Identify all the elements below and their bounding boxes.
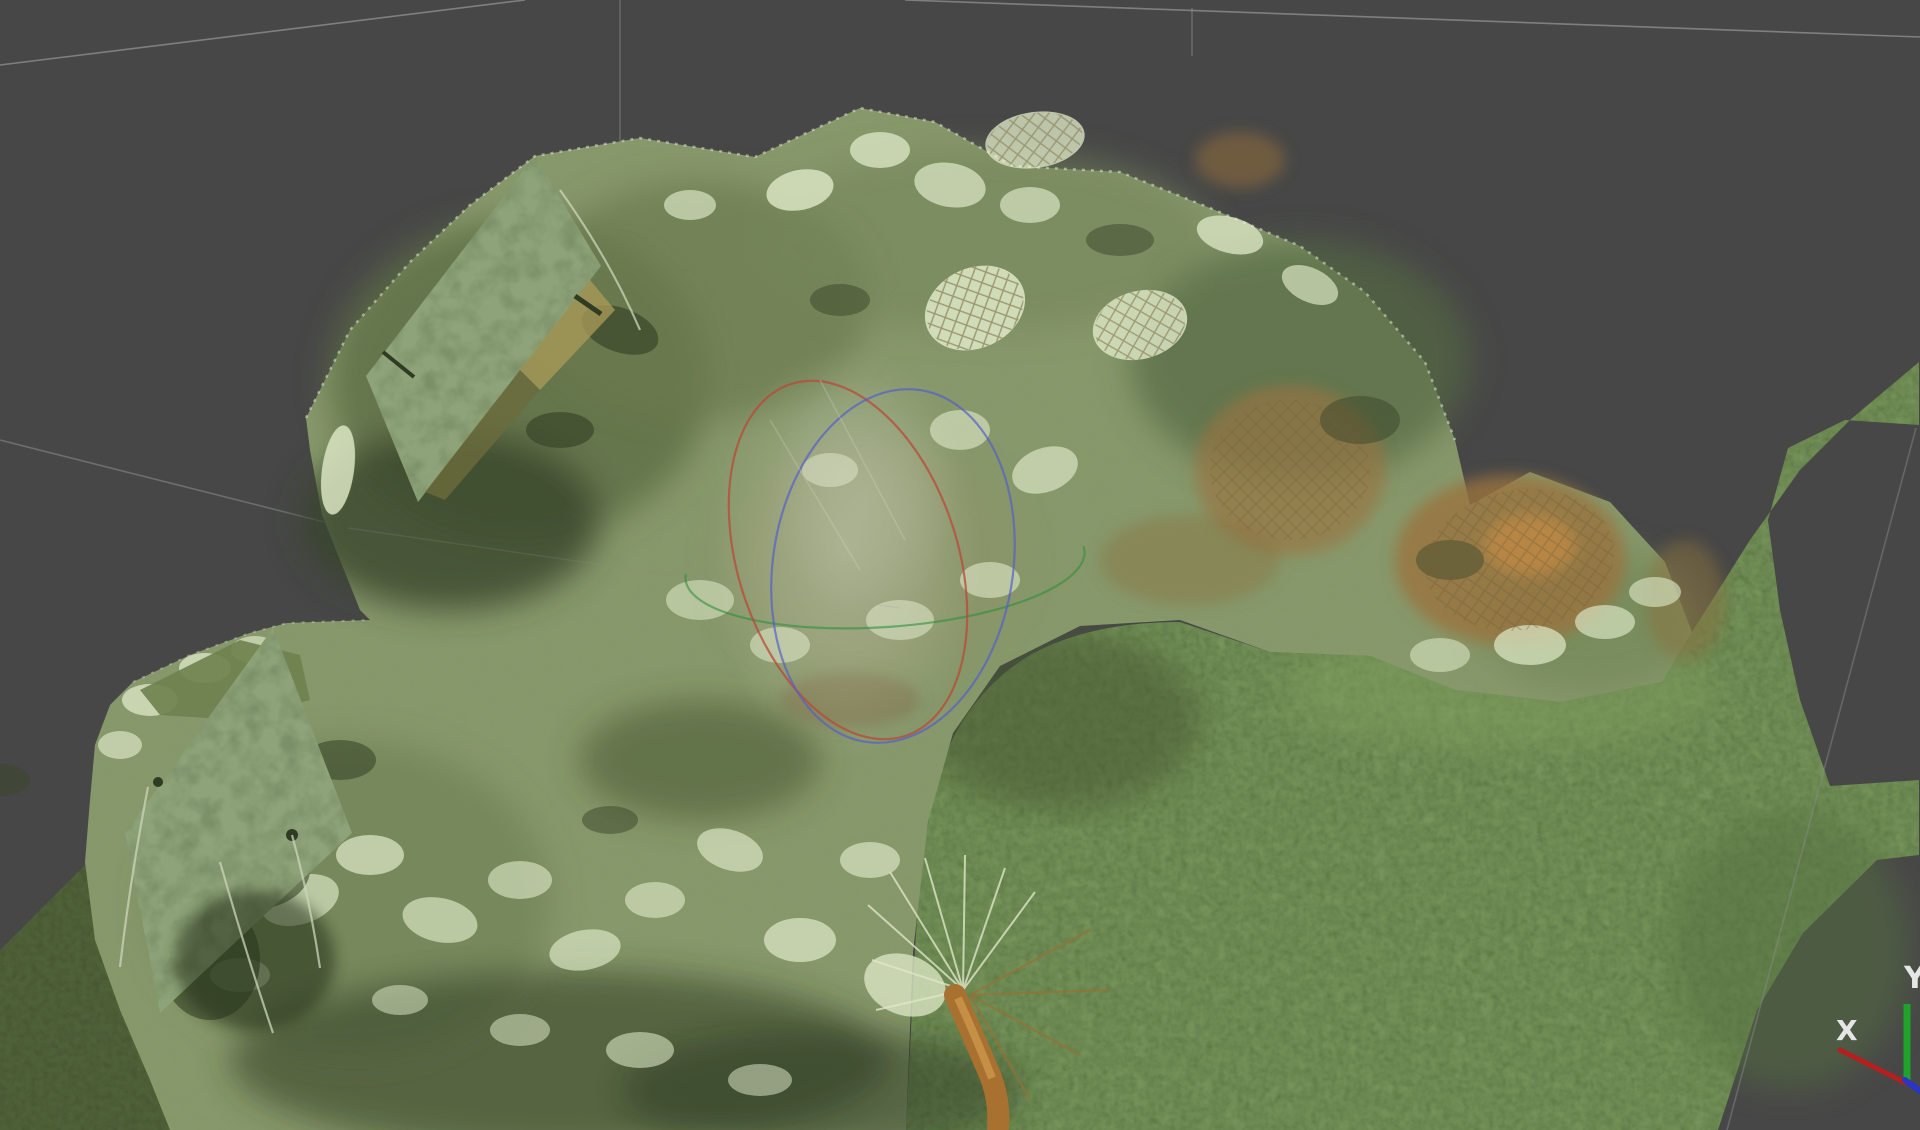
trackball-haze-core <box>770 380 960 620</box>
viewport-3d[interactable]: X Y <box>0 0 1920 1130</box>
axis-x-label: X <box>1836 1014 1858 1047</box>
ground-far-shade <box>1670 810 1910 1090</box>
plate-b-hole <box>153 777 163 787</box>
axis-y-label: Y <box>1903 961 1920 996</box>
mesh-canvas[interactable]: X Y <box>0 0 1920 1130</box>
